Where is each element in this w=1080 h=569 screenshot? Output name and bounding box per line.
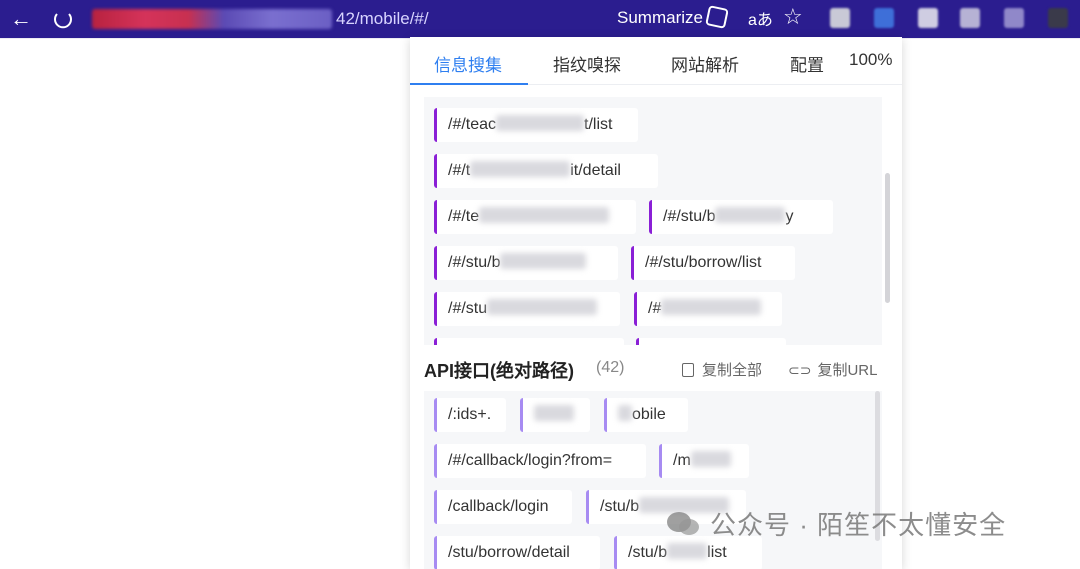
path-item[interactable]: /#/stu/b — [434, 246, 618, 280]
api-item[interactable]: /stu/borrow/detail — [434, 536, 600, 569]
path-item[interactable]: /#/stu/borrow/list — [631, 246, 795, 280]
wechat-icon — [667, 512, 699, 535]
extension-popup: 信息搜集 指纹嗅探 网站解析 配置 100% /#/teac t/list /#/… — [410, 37, 902, 569]
extension-icon[interactable] — [960, 8, 980, 28]
browser-toolbar: ← 42/mobile/#/ Summarize aあ ☆ — [0, 0, 1080, 38]
api-item[interactable]: /callback/login — [434, 490, 572, 524]
path-item[interactable]: /#/stu — [434, 292, 620, 326]
tab-fingerprint[interactable]: 指纹嗅探 — [553, 51, 621, 76]
copy-url-button[interactable]: ⊂⊃ 复制URL — [788, 359, 877, 380]
extension-icon[interactable] — [874, 8, 894, 28]
path-item[interactable]: /#/teac t/list — [434, 108, 638, 142]
path-item[interactable]: /# — [634, 292, 782, 326]
paths-scrollbar[interactable] — [885, 173, 890, 303]
paths-list: /#/teac t/list /#/t it/detail /#/te /#/stu… — [424, 97, 882, 345]
summarize-icon — [705, 5, 729, 29]
url-redacted — [92, 9, 332, 29]
copy-icon — [682, 363, 694, 377]
extension-icon[interactable] — [830, 8, 850, 28]
zoom-level: 100% — [849, 50, 893, 69]
reload-icon[interactable] — [50, 6, 76, 32]
path-item[interactable]: /#/stu/b y — [649, 200, 833, 234]
path-item[interactable] — [434, 338, 624, 345]
api-item[interactable]: /#/callback/login?from= — [434, 444, 646, 478]
copy-all-button[interactable]: 复制全部 — [682, 359, 762, 380]
api-count: (42) — [596, 359, 625, 376]
tab-bar: 信息搜集 指纹嗅探 网站解析 配置 100% — [410, 37, 902, 85]
summarize-button[interactable]: Summarize — [617, 5, 729, 29]
path-item[interactable] — [636, 338, 786, 345]
api-section-header: API接口(绝对路径) (42) 复制全部 ⊂⊃ 复制URL — [424, 355, 884, 383]
path-item[interactable]: /#/t it/detail — [434, 154, 658, 188]
tab-info-gathering[interactable]: 信息搜集 — [434, 51, 502, 76]
extension-icon[interactable] — [1004, 8, 1024, 28]
api-list: /:ids+. obile /#/callback/login?from= /m… — [424, 391, 882, 569]
translate-icon[interactable]: aあ — [748, 6, 773, 30]
back-icon[interactable]: ← — [6, 4, 36, 34]
summarize-label: Summarize — [617, 8, 703, 27]
path-item[interactable]: /#/te — [434, 200, 636, 234]
api-item[interactable]: obile — [604, 398, 688, 432]
api-section-title: API接口(绝对路径) — [424, 361, 574, 381]
tab-site-parse[interactable]: 网站解析 — [671, 51, 739, 76]
url-text: 42/mobile/#/ — [336, 9, 429, 28]
wechat-watermark: 公众号 · 陌笙不太懂安全 — [664, 505, 1006, 542]
extension-icon[interactable] — [1048, 8, 1068, 28]
api-item[interactable]: /m — [659, 444, 749, 478]
tab-config[interactable]: 配置 — [790, 51, 824, 76]
api-item[interactable] — [520, 398, 590, 432]
link-icon: ⊂⊃ — [788, 362, 812, 378]
active-tab-indicator — [410, 83, 528, 85]
extension-icon[interactable] — [918, 8, 938, 28]
bookmark-star-icon[interactable]: ☆ — [783, 4, 803, 30]
address-bar[interactable]: 42/mobile/#/ — [92, 3, 429, 35]
api-item[interactable]: /:ids+. — [434, 398, 506, 432]
